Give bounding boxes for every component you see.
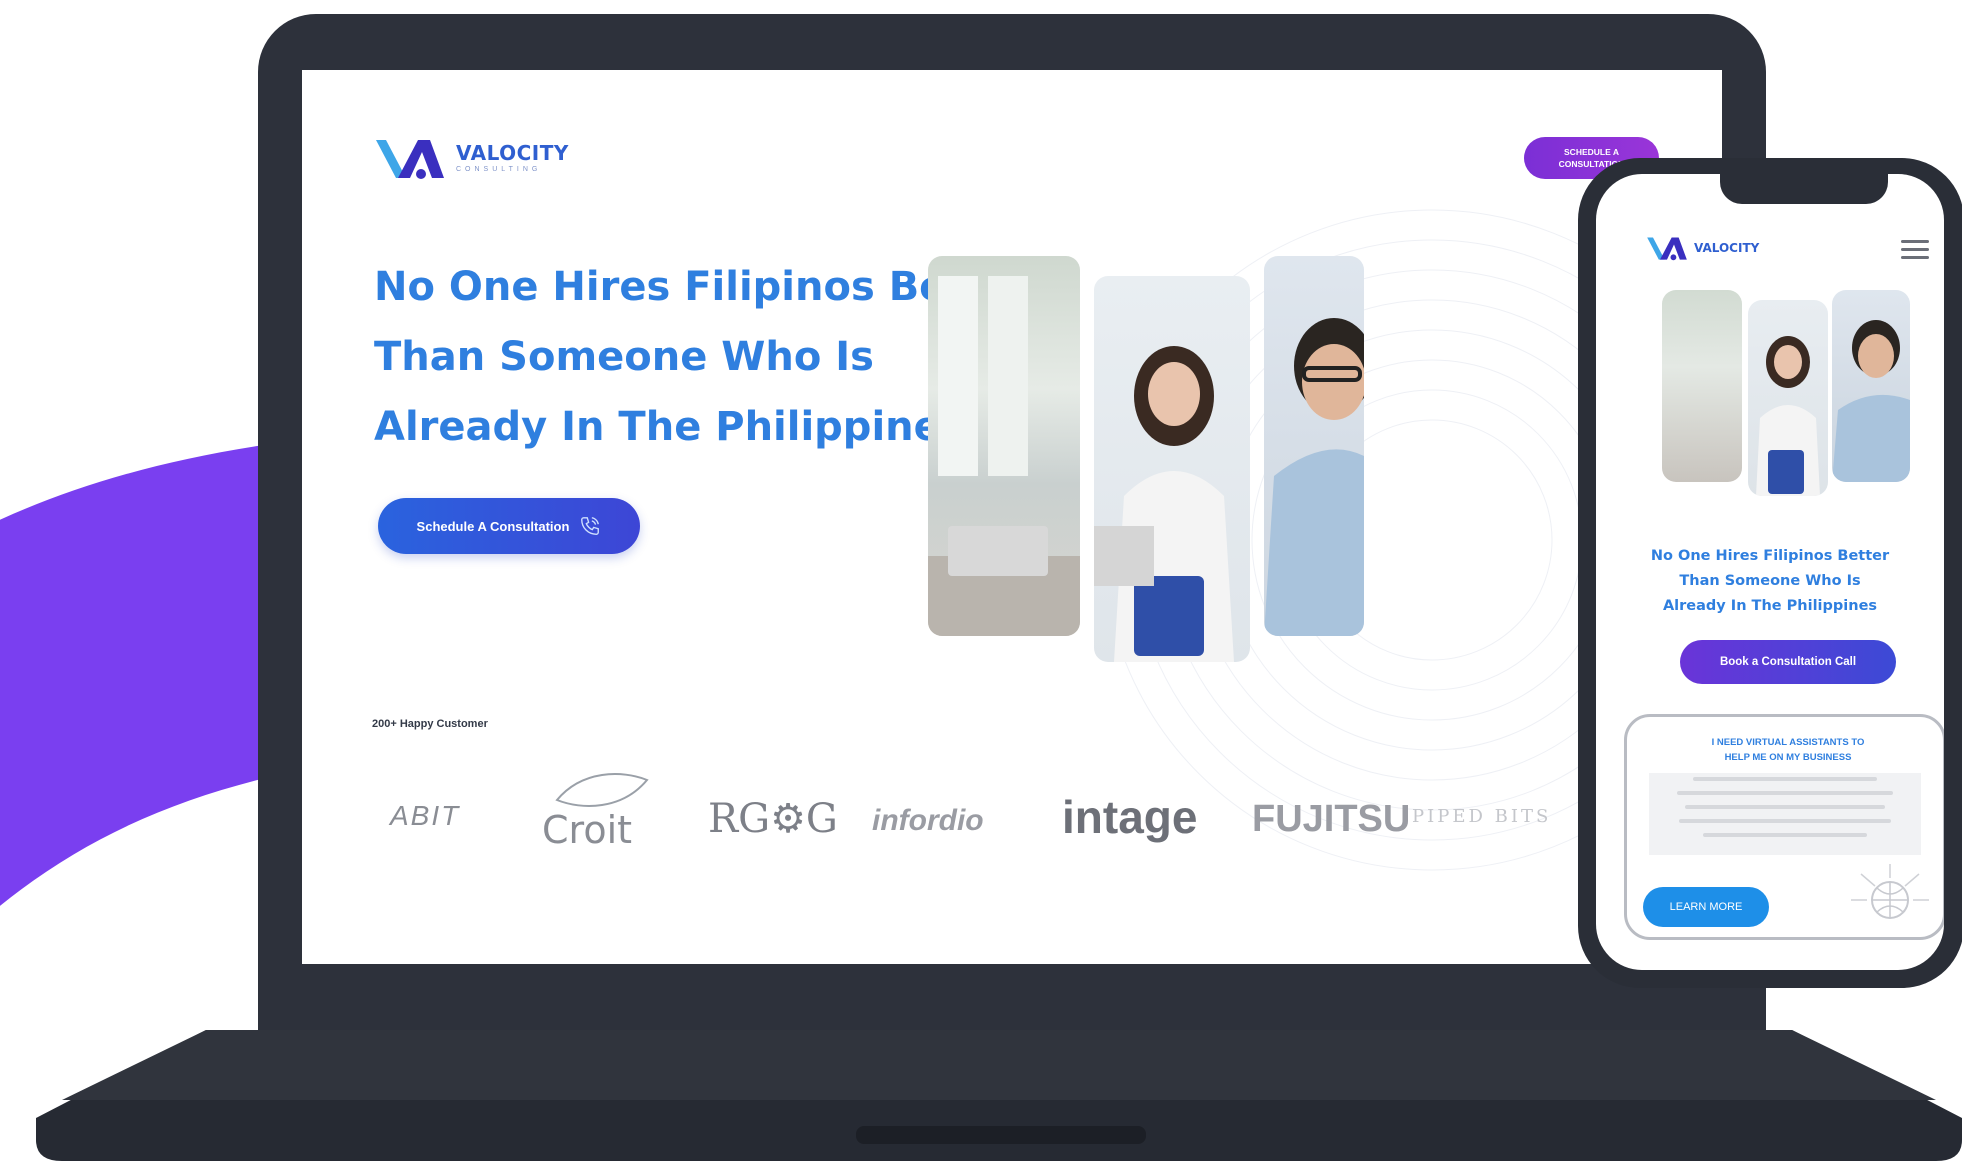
mobile-photo-right <box>1832 290 1910 482</box>
client-logo-piped-bits: PIPED BITS <box>1412 806 1552 827</box>
book-consultation-button[interactable]: Book a Consultation Call <box>1680 640 1896 684</box>
client-logo-croit: Croit <box>542 808 633 852</box>
laptop-base <box>36 1030 1962 1161</box>
hero-heading-line-3: Already In The Philippines <box>374 404 965 450</box>
brand-name: VALOCITY <box>456 141 569 165</box>
desktop-website-screen: VALOCITY CONSULTING SCHEDULE A CONSULTAT… <box>302 70 1722 964</box>
hero-photo-left <box>928 256 1080 636</box>
logo-mark-icon <box>1647 237 1687 261</box>
mobile-hero-line-2: Than Someone Who Is <box>1679 573 1861 589</box>
smiling-woman-photo <box>1756 336 1820 496</box>
hamburger-menu-icon[interactable] <box>1901 240 1929 262</box>
site-logo[interactable]: VALOCITY CONSULTING <box>374 134 569 182</box>
hero-photo-right <box>1264 256 1364 636</box>
mobile-photo-center <box>1748 300 1828 496</box>
globe-network-icon <box>1851 864 1929 919</box>
blurred-text-lines <box>1677 777 1893 837</box>
mobile-site-logo[interactable]: VALOCITY <box>1646 234 1759 262</box>
client-logo-rgg: RG⚙G <box>708 796 838 842</box>
client-logo-abit: ABIT <box>390 800 461 831</box>
logo-mark-icon <box>376 140 444 179</box>
client-logo-fujitsu: FUJITSU <box>1252 798 1411 840</box>
card-title: I NEED VIRTUAL ASSISTANTS TO HELP ME ON … <box>1657 735 1919 765</box>
croit-swirl-icon <box>555 773 649 807</box>
happy-customers-label: 200+ Happy Customer <box>372 718 488 730</box>
mobile-hero-line-3: Already In The Philippines <box>1662 598 1878 614</box>
client-logo-intage: intage <box>1062 791 1198 843</box>
mobile-photo-left <box>1662 290 1742 482</box>
card-body-text <box>1649 773 1921 855</box>
mobile-hero-line-1: No One Hires Filipinos Better <box>1650 548 1890 564</box>
purple-swoosh <box>0 440 300 906</box>
mobile-brand-name: VALOCITY <box>1694 241 1760 255</box>
schedule-consultation-button[interactable]: Schedule A Consultation <box>378 498 640 554</box>
card-title-line-1: I NEED VIRTUAL ASSISTANTS TO <box>1711 737 1865 748</box>
office-window-photo <box>928 276 1080 636</box>
mobile-website-screen: VALOCITY No One Hires Filipinos Better T… <box>1596 174 1944 970</box>
mobile-hero-heading: No One Hires Filipinos Better Than Someo… <box>1620 544 1920 619</box>
card-title-line-2: HELP ME ON MY BUSINESS <box>1724 752 1852 763</box>
man-with-glasses-photo <box>1832 320 1910 482</box>
phone-notch <box>1720 168 1888 204</box>
smiling-woman-photo <box>1094 346 1234 662</box>
learn-more-button[interactable]: LEARN MORE <box>1643 887 1769 927</box>
schedule-consultation-label: Schedule A Consultation <box>416 518 570 534</box>
client-logo-infordio: infordio <box>872 804 984 837</box>
client-logos-row: ABIT Croit RG⚙G infordio intage FUJITSU … <box>372 770 1632 870</box>
virtual-assistants-card: I NEED VIRTUAL ASSISTANTS TO HELP ME ON … <box>1624 714 1944 940</box>
brand-tagline: CONSULTING <box>456 166 542 173</box>
hero-heading-line-2: Than Someone Who Is <box>374 334 874 380</box>
hero-photo-center <box>1094 276 1250 662</box>
man-with-glasses-photo <box>1264 318 1364 636</box>
phone-call-icon <box>581 517 600 535</box>
